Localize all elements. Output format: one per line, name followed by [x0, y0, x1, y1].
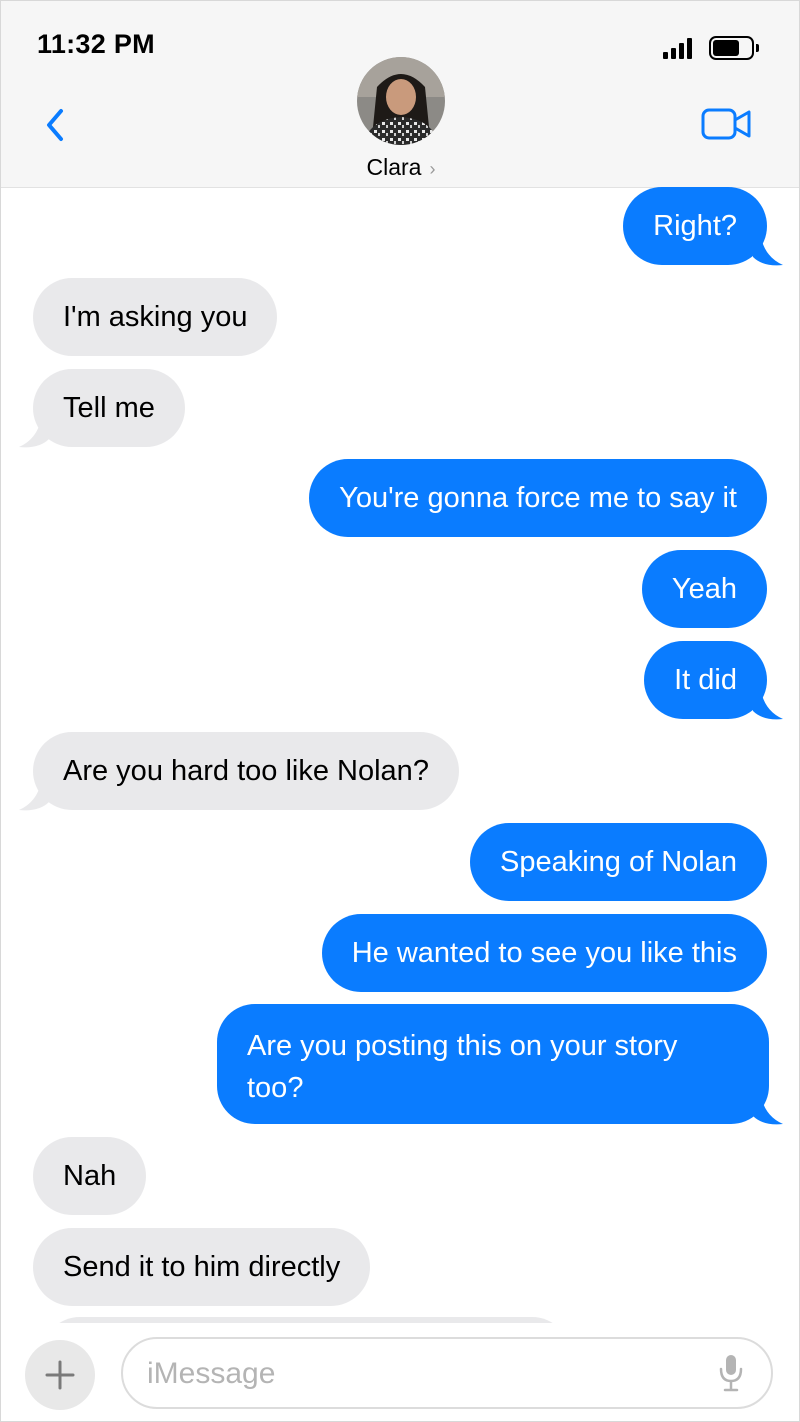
message-bubble-sent[interactable]: He wanted to see you like this: [321, 914, 767, 992]
message-text: Right?: [653, 210, 737, 242]
contact-avatar[interactable]: [357, 57, 445, 145]
status-time: 11:32 PM: [37, 29, 155, 59]
message-text: I'm asking you: [63, 301, 248, 333]
message-text: Yeah: [671, 573, 737, 605]
message-bubble-sent[interactable]: You're gonna force me to say it: [309, 459, 767, 537]
microphone-icon: [719, 1355, 743, 1392]
message-text: Send it to him directly: [63, 1251, 341, 1283]
message-text: You're gonna force me to say it: [339, 482, 737, 514]
cellular-signal-icon: [663, 37, 693, 59]
message-text: Nah: [63, 1160, 117, 1192]
message-bubble-received[interactable]: Send it to him directly: [33, 1228, 371, 1306]
message-bubble-received[interactable]: Tell me: [33, 369, 185, 447]
bubble-tail: [753, 1096, 783, 1125]
message-text: It did: [674, 664, 737, 696]
message-text: Speaking of Nolan: [500, 846, 737, 878]
dictation-button[interactable]: [717, 1353, 745, 1393]
message-bubble-sent[interactable]: It did: [644, 641, 767, 719]
message-bubble-sent[interactable]: Are you posting this on your story too?: [217, 1004, 769, 1124]
message-text: Are you hard too like Nolan?: [63, 755, 429, 787]
bubble-tail: [19, 782, 49, 811]
message-input-container: [121, 1337, 773, 1409]
message-text: Tell me: [63, 392, 155, 424]
battery-icon: [709, 36, 759, 60]
back-button[interactable]: [39, 105, 75, 145]
contact-name: Clara: [366, 154, 422, 180]
contact-name-button[interactable]: Clara ›: [1, 154, 799, 181]
message-text: Are you posting this on your story too?: [247, 1030, 678, 1104]
bubble-tail: [753, 691, 783, 720]
video-call-button[interactable]: [701, 107, 753, 141]
bubble-tail: [19, 419, 49, 448]
message-bubble-sent[interactable]: Right?: [623, 187, 767, 265]
message-bubble-sent[interactable]: Speaking of Nolan: [470, 823, 767, 901]
bubble-tail: [753, 237, 783, 266]
message-bubble-sent[interactable]: Yeah: [641, 550, 767, 628]
plus-icon: [45, 1360, 75, 1390]
video-camera-icon: [701, 108, 751, 140]
chevron-left-icon: [47, 109, 63, 141]
message-bubble-received[interactable]: Are you hard too like Nolan?: [33, 732, 459, 810]
message-text: He wanted to see you like this: [351, 937, 737, 969]
conversation-header: 11:32 PM Clara ›: [1, 1, 799, 188]
message-input[interactable]: [147, 1351, 707, 1397]
messages-screen: 11:32 PM Clara › Right? I'm asking you T…: [0, 0, 800, 1422]
chevron-right-icon: ›: [429, 159, 436, 179]
message-bubble-received[interactable]: Nah: [33, 1137, 147, 1215]
message-bubble-received[interactable]: I'm asking you: [33, 278, 278, 356]
apps-button[interactable]: [25, 1340, 95, 1410]
